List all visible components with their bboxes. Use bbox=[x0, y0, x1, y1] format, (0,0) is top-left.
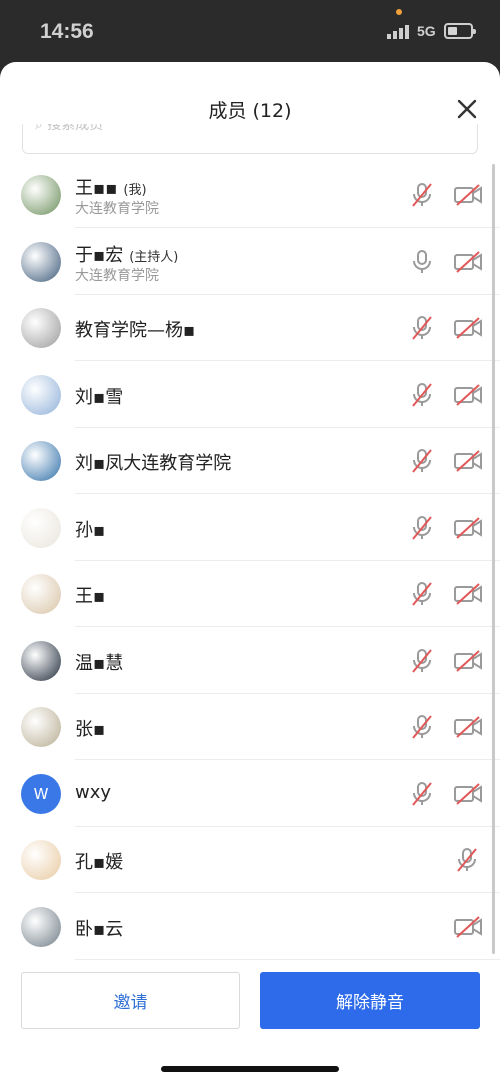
mic-muted-icon[interactable] bbox=[410, 714, 434, 740]
mic-muted-icon[interactable] bbox=[410, 448, 434, 474]
member-name: 孙▪ bbox=[75, 516, 105, 542]
member-role-tag: (我) bbox=[123, 183, 147, 198]
search-icon: ⌕ bbox=[35, 124, 43, 133]
member-role-tag: (主持人) bbox=[129, 249, 179, 265]
member-row[interactable]: 孙▪ bbox=[0, 495, 500, 561]
home-indicator[interactable] bbox=[161, 1066, 339, 1072]
member-name: 刘▪凤大连教育学院 bbox=[75, 449, 231, 475]
member-name-text: 张▪ bbox=[75, 719, 106, 740]
camera-off-icon[interactable] bbox=[454, 649, 482, 672]
member-name-text: 卧▪云 bbox=[75, 918, 124, 940]
member-organization: 大连教育学院 bbox=[75, 201, 159, 217]
member-name: 王▪▪ (我) bbox=[75, 174, 147, 200]
row-divider bbox=[75, 958, 500, 960]
member-name-text: wxy bbox=[75, 781, 112, 803]
scrollbar[interactable] bbox=[492, 164, 495, 954]
member-name: 王▪ bbox=[75, 582, 105, 608]
camera-off-icon[interactable] bbox=[454, 516, 482, 539]
member-row[interactable]: 张▪ bbox=[0, 694, 500, 760]
camera-off-icon[interactable] bbox=[454, 317, 482, 339]
member-name-text: 王▪▪ bbox=[75, 178, 118, 199]
member-name: 张▪ bbox=[75, 715, 105, 741]
member-organization: 大连教育学院 bbox=[75, 267, 159, 284]
member-row[interactable]: 于▪宏 (主持人) 大连教育学院 bbox=[0, 229, 500, 295]
invite-button[interactable]: 邀请 bbox=[21, 972, 240, 1029]
member-name: 孔▪媛 bbox=[75, 848, 123, 874]
avatar bbox=[21, 374, 61, 415]
mic-muted-icon[interactable] bbox=[455, 847, 479, 873]
member-row[interactable]: 温▪慧 bbox=[0, 628, 500, 694]
camera-off-icon[interactable] bbox=[454, 250, 482, 273]
network-type: 5G bbox=[417, 23, 436, 39]
camera-off-icon[interactable] bbox=[454, 450, 482, 472]
member-name: wxy bbox=[75, 782, 111, 803]
member-row[interactable]: 教育学院—杨▪ bbox=[0, 295, 500, 361]
camera-off-icon[interactable] bbox=[454, 583, 482, 605]
sheet-header: 成员 (12) bbox=[0, 62, 500, 128]
member-name-text: 于▪宏 bbox=[75, 244, 124, 266]
member-name-text: 温▪慧 bbox=[75, 652, 124, 674]
avatar bbox=[21, 840, 61, 880]
avatar bbox=[21, 441, 61, 481]
recording-dot bbox=[396, 9, 402, 15]
mic-muted-icon[interactable] bbox=[410, 382, 434, 408]
mic-muted-icon[interactable] bbox=[410, 315, 434, 341]
member-name-text: 王▪ bbox=[75, 586, 106, 607]
unmute-button[interactable]: 解除静音 bbox=[260, 972, 480, 1029]
battery-icon bbox=[444, 23, 476, 39]
search-placeholder: ⌕ 搜索成员 bbox=[35, 124, 103, 134]
avatar bbox=[21, 308, 61, 348]
search-input[interactable]: ⌕ 搜索成员 bbox=[22, 124, 478, 154]
camera-off-icon[interactable] bbox=[454, 915, 482, 938]
mic-muted-icon[interactable] bbox=[410, 781, 434, 807]
member-list[interactable]: 王▪▪ (我) 大连教育学院 于▪宏 (主持人) 大连教育学院 教育学院—杨▪ 刘▪雪 bbox=[0, 162, 500, 962]
member-name: 刘▪雪 bbox=[75, 383, 123, 409]
mic-muted-icon[interactable] bbox=[410, 648, 434, 674]
member-row[interactable]: 王▪ bbox=[0, 561, 500, 627]
member-row[interactable]: Wwxy bbox=[0, 761, 500, 827]
status-time: 14:56 bbox=[40, 20, 94, 43]
status-bar: 14:56 5G bbox=[0, 0, 500, 62]
members-sheet: 成员 (12) ⌕ 搜索成员 王▪▪ (我) 大连教育学院 于▪宏 (主持人) 大连教育… bbox=[0, 62, 500, 1082]
avatar bbox=[21, 707, 61, 747]
member-name: 温▪慧 bbox=[75, 649, 123, 675]
member-row[interactable]: 刘▪雪 bbox=[0, 362, 500, 428]
avatar bbox=[21, 175, 61, 215]
member-row[interactable]: 卧▪云 bbox=[0, 894, 500, 960]
member-name: 于▪宏 (主持人) bbox=[75, 241, 178, 267]
camera-off-icon[interactable] bbox=[454, 716, 482, 738]
close-icon[interactable] bbox=[456, 98, 478, 120]
member-name-text: 教育学院—杨▪ bbox=[75, 320, 196, 341]
avatar: W bbox=[21, 773, 61, 814]
camera-off-icon[interactable] bbox=[454, 383, 482, 406]
mic-muted-icon[interactable] bbox=[410, 581, 434, 607]
avatar bbox=[21, 640, 61, 681]
member-row[interactable]: 刘▪凤大连教育学院 bbox=[0, 428, 500, 494]
member-name: 卧▪云 bbox=[75, 915, 123, 941]
camera-off-icon[interactable] bbox=[454, 782, 482, 805]
avatar bbox=[21, 906, 61, 947]
member-name-text: 孔▪媛 bbox=[75, 852, 124, 873]
avatar bbox=[21, 574, 61, 614]
member-name-text: 刘▪凤大连教育学院 bbox=[75, 453, 232, 474]
camera-off-icon[interactable] bbox=[454, 184, 482, 206]
member-name: 教育学院—杨▪ bbox=[75, 316, 195, 342]
mic-icon[interactable] bbox=[410, 249, 434, 275]
signal-icon bbox=[387, 25, 409, 39]
member-name-text: 刘▪雪 bbox=[75, 386, 124, 408]
member-name-text: 孙▪ bbox=[75, 519, 106, 541]
avatar bbox=[21, 507, 61, 548]
mic-muted-icon[interactable] bbox=[410, 515, 434, 541]
avatar bbox=[21, 241, 61, 282]
member-row[interactable]: 孔▪媛 bbox=[0, 827, 500, 893]
mic-muted-icon[interactable] bbox=[410, 182, 434, 208]
page-title: 成员 (12) bbox=[208, 100, 292, 122]
member-row[interactable]: 王▪▪ (我) 大连教育学院 bbox=[0, 162, 500, 228]
